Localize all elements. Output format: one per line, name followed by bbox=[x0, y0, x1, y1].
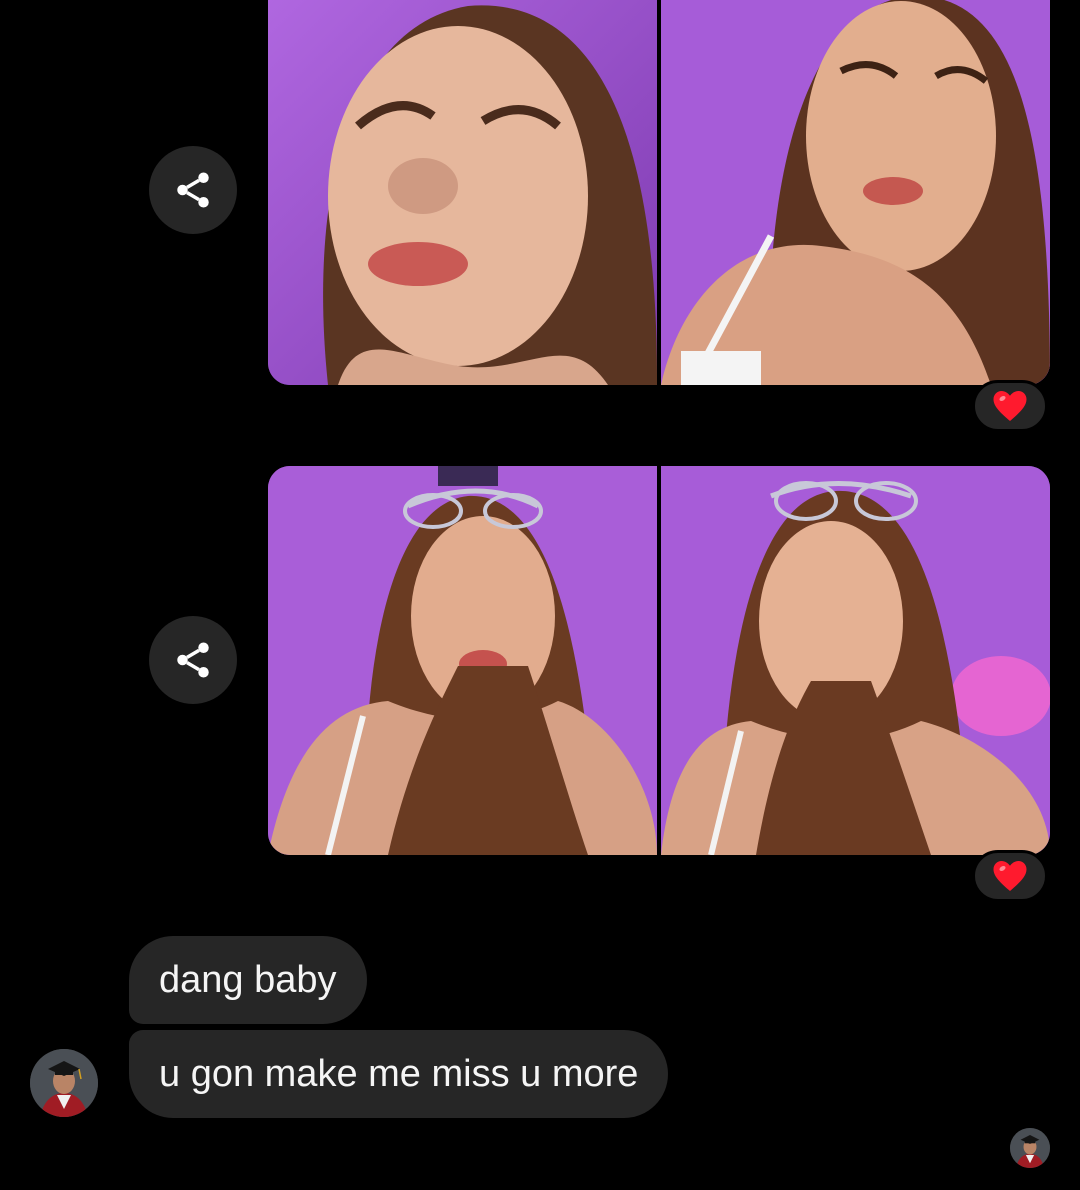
graduate-avatar-icon bbox=[30, 1049, 98, 1117]
message-bubble[interactable]: u gon make me miss u more bbox=[129, 1030, 669, 1118]
share-icon bbox=[177, 642, 209, 678]
selfie-photo-icon bbox=[661, 466, 1050, 855]
heart-icon bbox=[993, 861, 1027, 891]
message-text: u gon make me miss u more bbox=[159, 1053, 639, 1095]
photo-group-1 bbox=[268, 0, 1050, 385]
share-button[interactable] bbox=[149, 616, 237, 704]
shared-photo[interactable] bbox=[268, 466, 657, 855]
photo-group-2 bbox=[268, 466, 1050, 855]
share-button[interactable] bbox=[149, 146, 237, 234]
selfie-photo-icon bbox=[661, 0, 1050, 385]
share-icon bbox=[177, 172, 209, 208]
graduate-avatar-icon bbox=[1010, 1128, 1050, 1168]
message-bubble[interactable]: dang baby bbox=[129, 936, 367, 1024]
seen-avatar bbox=[1010, 1128, 1050, 1168]
selfie-photo-icon bbox=[268, 0, 657, 385]
message-text: dang baby bbox=[159, 959, 337, 1001]
shared-photo[interactable] bbox=[661, 466, 1050, 855]
heart-icon bbox=[993, 391, 1027, 421]
heart-reaction[interactable] bbox=[972, 380, 1048, 432]
sender-avatar[interactable] bbox=[30, 1049, 98, 1117]
shared-photo[interactable] bbox=[268, 0, 657, 385]
shared-photo[interactable] bbox=[661, 0, 1050, 385]
selfie-photo-icon bbox=[268, 466, 657, 855]
heart-reaction[interactable] bbox=[972, 850, 1048, 902]
